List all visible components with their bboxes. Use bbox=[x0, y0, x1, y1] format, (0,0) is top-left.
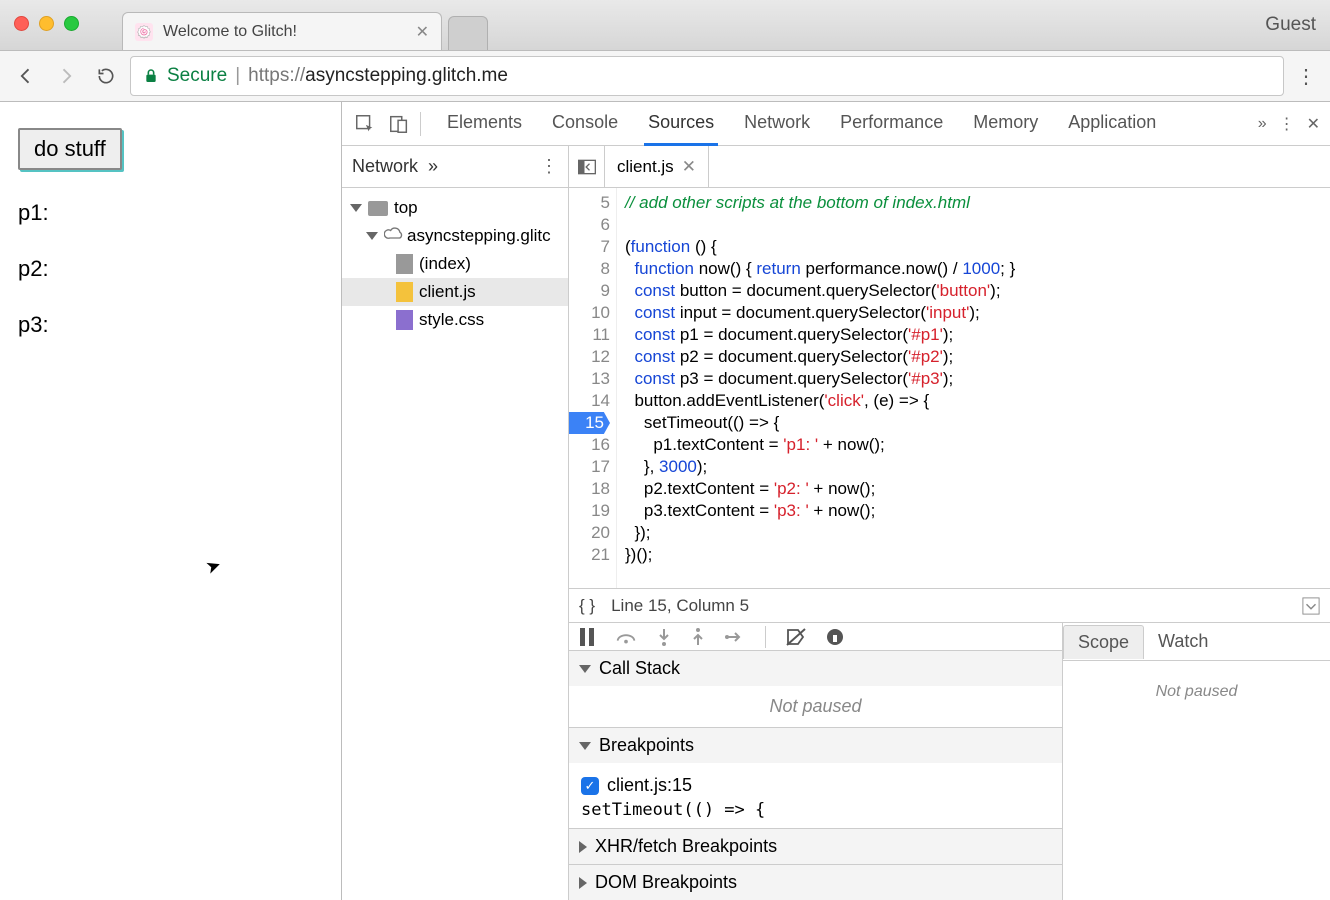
file-tab-clientjs[interactable]: client.js ✕ bbox=[605, 146, 709, 187]
step-out-button[interactable] bbox=[691, 628, 705, 646]
tree-file[interactable]: client.js bbox=[342, 278, 568, 306]
devtools-toolbar: Elements Console Sources Network Performance… bbox=[342, 102, 1330, 146]
browser-toolbar: Secure | https://asyncstepping.glitch.me… bbox=[0, 50, 1330, 102]
window-controls bbox=[14, 16, 79, 31]
dom-breakpoints-header[interactable]: DOM Breakpoints bbox=[569, 865, 1062, 900]
maximize-window-button[interactable] bbox=[64, 16, 79, 31]
debugger-toolbar bbox=[569, 623, 1062, 651]
devtools-panel: Elements Console Sources Network Performance… bbox=[342, 102, 1330, 900]
lock-icon bbox=[143, 67, 159, 85]
devtools-tab-memory[interactable]: Memory bbox=[969, 102, 1042, 146]
sidebar-tab-network[interactable]: Network bbox=[352, 156, 418, 177]
p2-label: p2: bbox=[18, 256, 323, 282]
chevron-down-icon bbox=[366, 232, 378, 240]
p1-label: p1: bbox=[18, 200, 323, 226]
close-tab-icon[interactable]: ✕ bbox=[416, 22, 429, 42]
tree-file[interactable]: (index) bbox=[342, 250, 568, 278]
browser-titlebar: 🍥 Welcome to Glitch! ✕ Guest bbox=[0, 0, 1330, 50]
secure-label: Secure bbox=[167, 65, 227, 87]
step-button[interactable] bbox=[725, 630, 745, 644]
file-icon bbox=[396, 310, 413, 330]
devtools-tab-performance[interactable]: Performance bbox=[836, 102, 947, 146]
devtools-tab-console[interactable]: Console bbox=[548, 102, 622, 146]
devtools-tab-network[interactable]: Network bbox=[740, 102, 814, 146]
close-window-button[interactable] bbox=[14, 16, 29, 31]
favicon-icon: 🍥 bbox=[135, 23, 153, 41]
editor-tabbar: client.js ✕ bbox=[569, 146, 1330, 188]
sidebar-menu-icon[interactable]: ⋮ bbox=[540, 156, 558, 177]
profile-guest-label[interactable]: Guest bbox=[1265, 14, 1316, 36]
cloud-icon bbox=[384, 226, 401, 246]
devtools-more-tabs-icon[interactable]: » bbox=[1258, 115, 1267, 133]
chevron-down-icon bbox=[579, 665, 591, 673]
p3-label: p3: bbox=[18, 312, 323, 338]
checkbox-checked-icon[interactable]: ✓ bbox=[581, 777, 599, 795]
page-content: do stuff p1: p2: p3: ➤ bbox=[0, 102, 342, 900]
devtools-tab-application[interactable]: Application bbox=[1064, 102, 1160, 146]
devtools-tab-sources[interactable]: Sources bbox=[644, 102, 718, 146]
address-bar[interactable]: Secure | https://asyncstepping.glitch.me bbox=[130, 56, 1284, 96]
file-icon bbox=[396, 254, 413, 274]
chevron-right-icon bbox=[579, 877, 587, 889]
breakpoints-header[interactable]: Breakpoints bbox=[569, 728, 1062, 763]
tree-file[interactable]: style.css bbox=[342, 306, 568, 334]
scope-status: Not paused bbox=[1063, 673, 1330, 711]
devtools-tab-elements[interactable]: Elements bbox=[443, 102, 526, 146]
format-icon[interactable]: { } bbox=[579, 596, 595, 616]
pause-button[interactable] bbox=[579, 628, 595, 646]
browser-tab-active[interactable]: 🍥 Welcome to Glitch! ✕ bbox=[122, 12, 442, 50]
code-editor[interactable]: 56789101112131415161718192021 // add oth… bbox=[569, 188, 1330, 588]
xhr-breakpoints-header[interactable]: XHR/fetch Breakpoints bbox=[569, 829, 1062, 864]
toggle-navigator-icon[interactable] bbox=[569, 146, 605, 187]
editor-statusbar: { } Line 15, Column 5 bbox=[569, 588, 1330, 622]
device-toggle-icon[interactable] bbox=[386, 111, 412, 137]
scope-watch-tabs: Scope Watch bbox=[1063, 623, 1330, 661]
forward-button[interactable] bbox=[50, 60, 82, 92]
tree-domain[interactable]: asyncstepping.glitc bbox=[342, 222, 568, 250]
window-icon bbox=[368, 201, 388, 216]
cursor-position: Line 15, Column 5 bbox=[611, 596, 749, 616]
chevron-right-icon bbox=[579, 841, 587, 853]
collapse-pane-icon[interactable] bbox=[1302, 597, 1320, 615]
inspect-element-icon[interactable] bbox=[352, 111, 378, 137]
chevron-down-icon bbox=[579, 742, 591, 750]
url-scheme: https:// bbox=[248, 65, 305, 86]
breakpoint-item[interactable]: ✓ client.js:15 bbox=[581, 771, 1050, 800]
mouse-cursor-icon: ➤ bbox=[203, 554, 224, 579]
callstack-header[interactable]: Call Stack bbox=[569, 651, 1062, 686]
tree-top[interactable]: top bbox=[342, 194, 568, 222]
step-over-button[interactable] bbox=[615, 629, 637, 645]
back-button[interactable] bbox=[10, 60, 42, 92]
url-host: asyncstepping.glitch.me bbox=[305, 65, 508, 86]
file-tree: top asyncstepping.glitc (index)client.js… bbox=[342, 188, 568, 900]
tab-watch[interactable]: Watch bbox=[1144, 625, 1222, 658]
step-into-button[interactable] bbox=[657, 628, 671, 646]
callstack-status: Not paused bbox=[569, 686, 1062, 727]
browser-menu-button[interactable]: ⋮ bbox=[1292, 64, 1320, 89]
minimize-window-button[interactable] bbox=[39, 16, 54, 31]
breakpoint-preview: setTimeout(() => { bbox=[581, 800, 1050, 820]
pause-exceptions-button[interactable] bbox=[826, 628, 844, 646]
reload-button[interactable] bbox=[90, 60, 122, 92]
file-icon bbox=[396, 282, 413, 302]
devtools-menu-icon[interactable]: ⋮ bbox=[1279, 114, 1295, 134]
devtools-close-icon[interactable]: ✕ bbox=[1307, 114, 1320, 134]
tab-title: Welcome to Glitch! bbox=[163, 23, 297, 41]
browser-tab-inactive[interactable] bbox=[448, 16, 488, 50]
tab-scope[interactable]: Scope bbox=[1063, 625, 1144, 659]
do-stuff-button[interactable]: do stuff bbox=[18, 128, 122, 170]
sources-sidebar: Network » ⋮ top bbox=[342, 146, 569, 900]
deactivate-breakpoints-button[interactable] bbox=[786, 628, 806, 646]
sidebar-more-tabs-icon[interactable]: » bbox=[428, 156, 438, 177]
debugger-pane: Call Stack Not paused Breakpoints bbox=[569, 622, 1330, 900]
close-file-icon[interactable]: ✕ bbox=[682, 157, 696, 177]
chevron-down-icon bbox=[350, 204, 362, 212]
